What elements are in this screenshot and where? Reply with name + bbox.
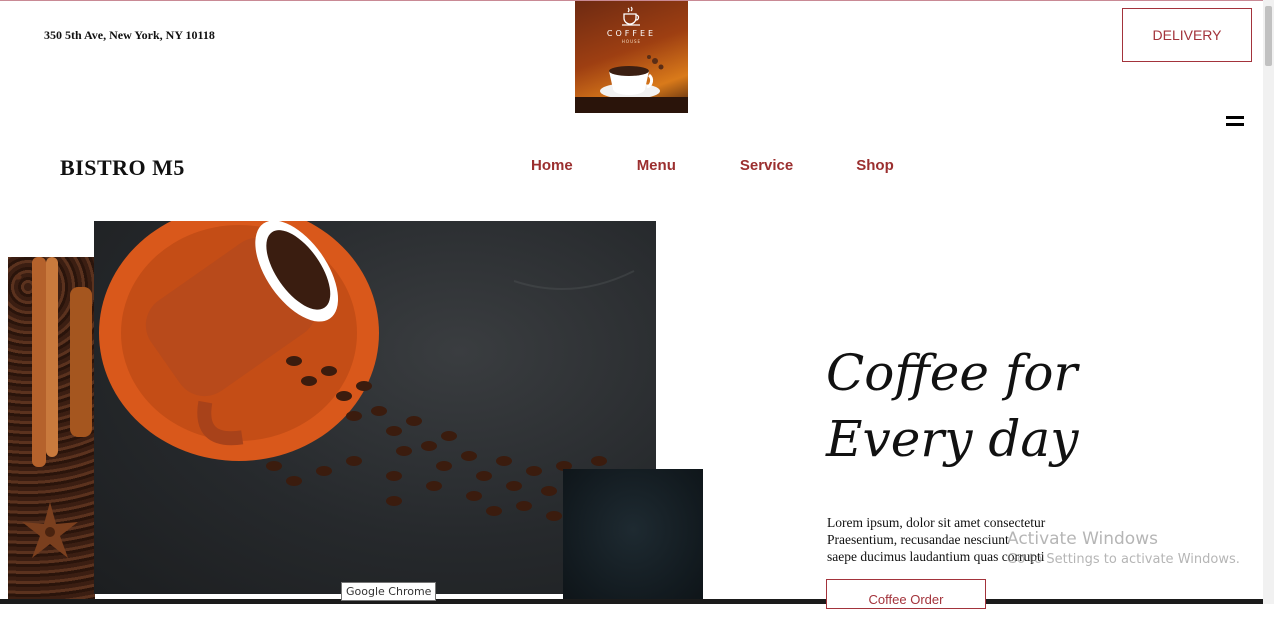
hero-title-line-2: Every day [826,410,1079,468]
logo-table [575,97,688,113]
address-text: 350 5th Ave, New York, NY 10118 [44,28,215,42]
nav-item-menu[interactable]: Menu [637,157,676,174]
activate-windows-subtitle: Go to Settings to activate Windows. [1007,552,1240,567]
logo-subtitle: HOUSE [621,39,642,44]
chrome-tooltip: Google Chrome [341,582,437,601]
coffee-order-button[interactable]: Coffee Order [826,579,986,609]
hamburger-bar [1226,116,1244,119]
coffee-cup-illustration [600,55,664,99]
coffee-cup-icon [622,6,640,26]
scrollbar-thumb[interactable] [1265,6,1272,66]
brand-title: BISTRO M5 [60,155,185,180]
logo-image[interactable]: COFFEE HOUSE [575,1,688,113]
nav-item-shop[interactable]: Shop [856,157,894,174]
logo-title: COFFEE [606,29,657,38]
delivery-button[interactable]: DELIVERY [1122,8,1252,62]
hamburger-bar [1226,123,1244,126]
menu-hamburger-icon[interactable] [1226,116,1244,130]
hero-title-line-1: Coffee for [826,344,1078,402]
taskbar-strip [0,599,1274,604]
nav-item-service[interactable]: Service [740,157,793,174]
cinnamon-illustration [22,257,92,558]
page-scrollbar[interactable] [1263,0,1274,604]
activate-windows-title: Activate Windows [1007,529,1158,549]
dark-coffee-image [563,469,703,604]
main-nav: Home Menu Service Shop [531,157,894,174]
cinnamon-beans-image [8,257,95,604]
nav-item-home[interactable]: Home [531,157,573,174]
hero-title: Coffee for Every day [826,340,1086,472]
